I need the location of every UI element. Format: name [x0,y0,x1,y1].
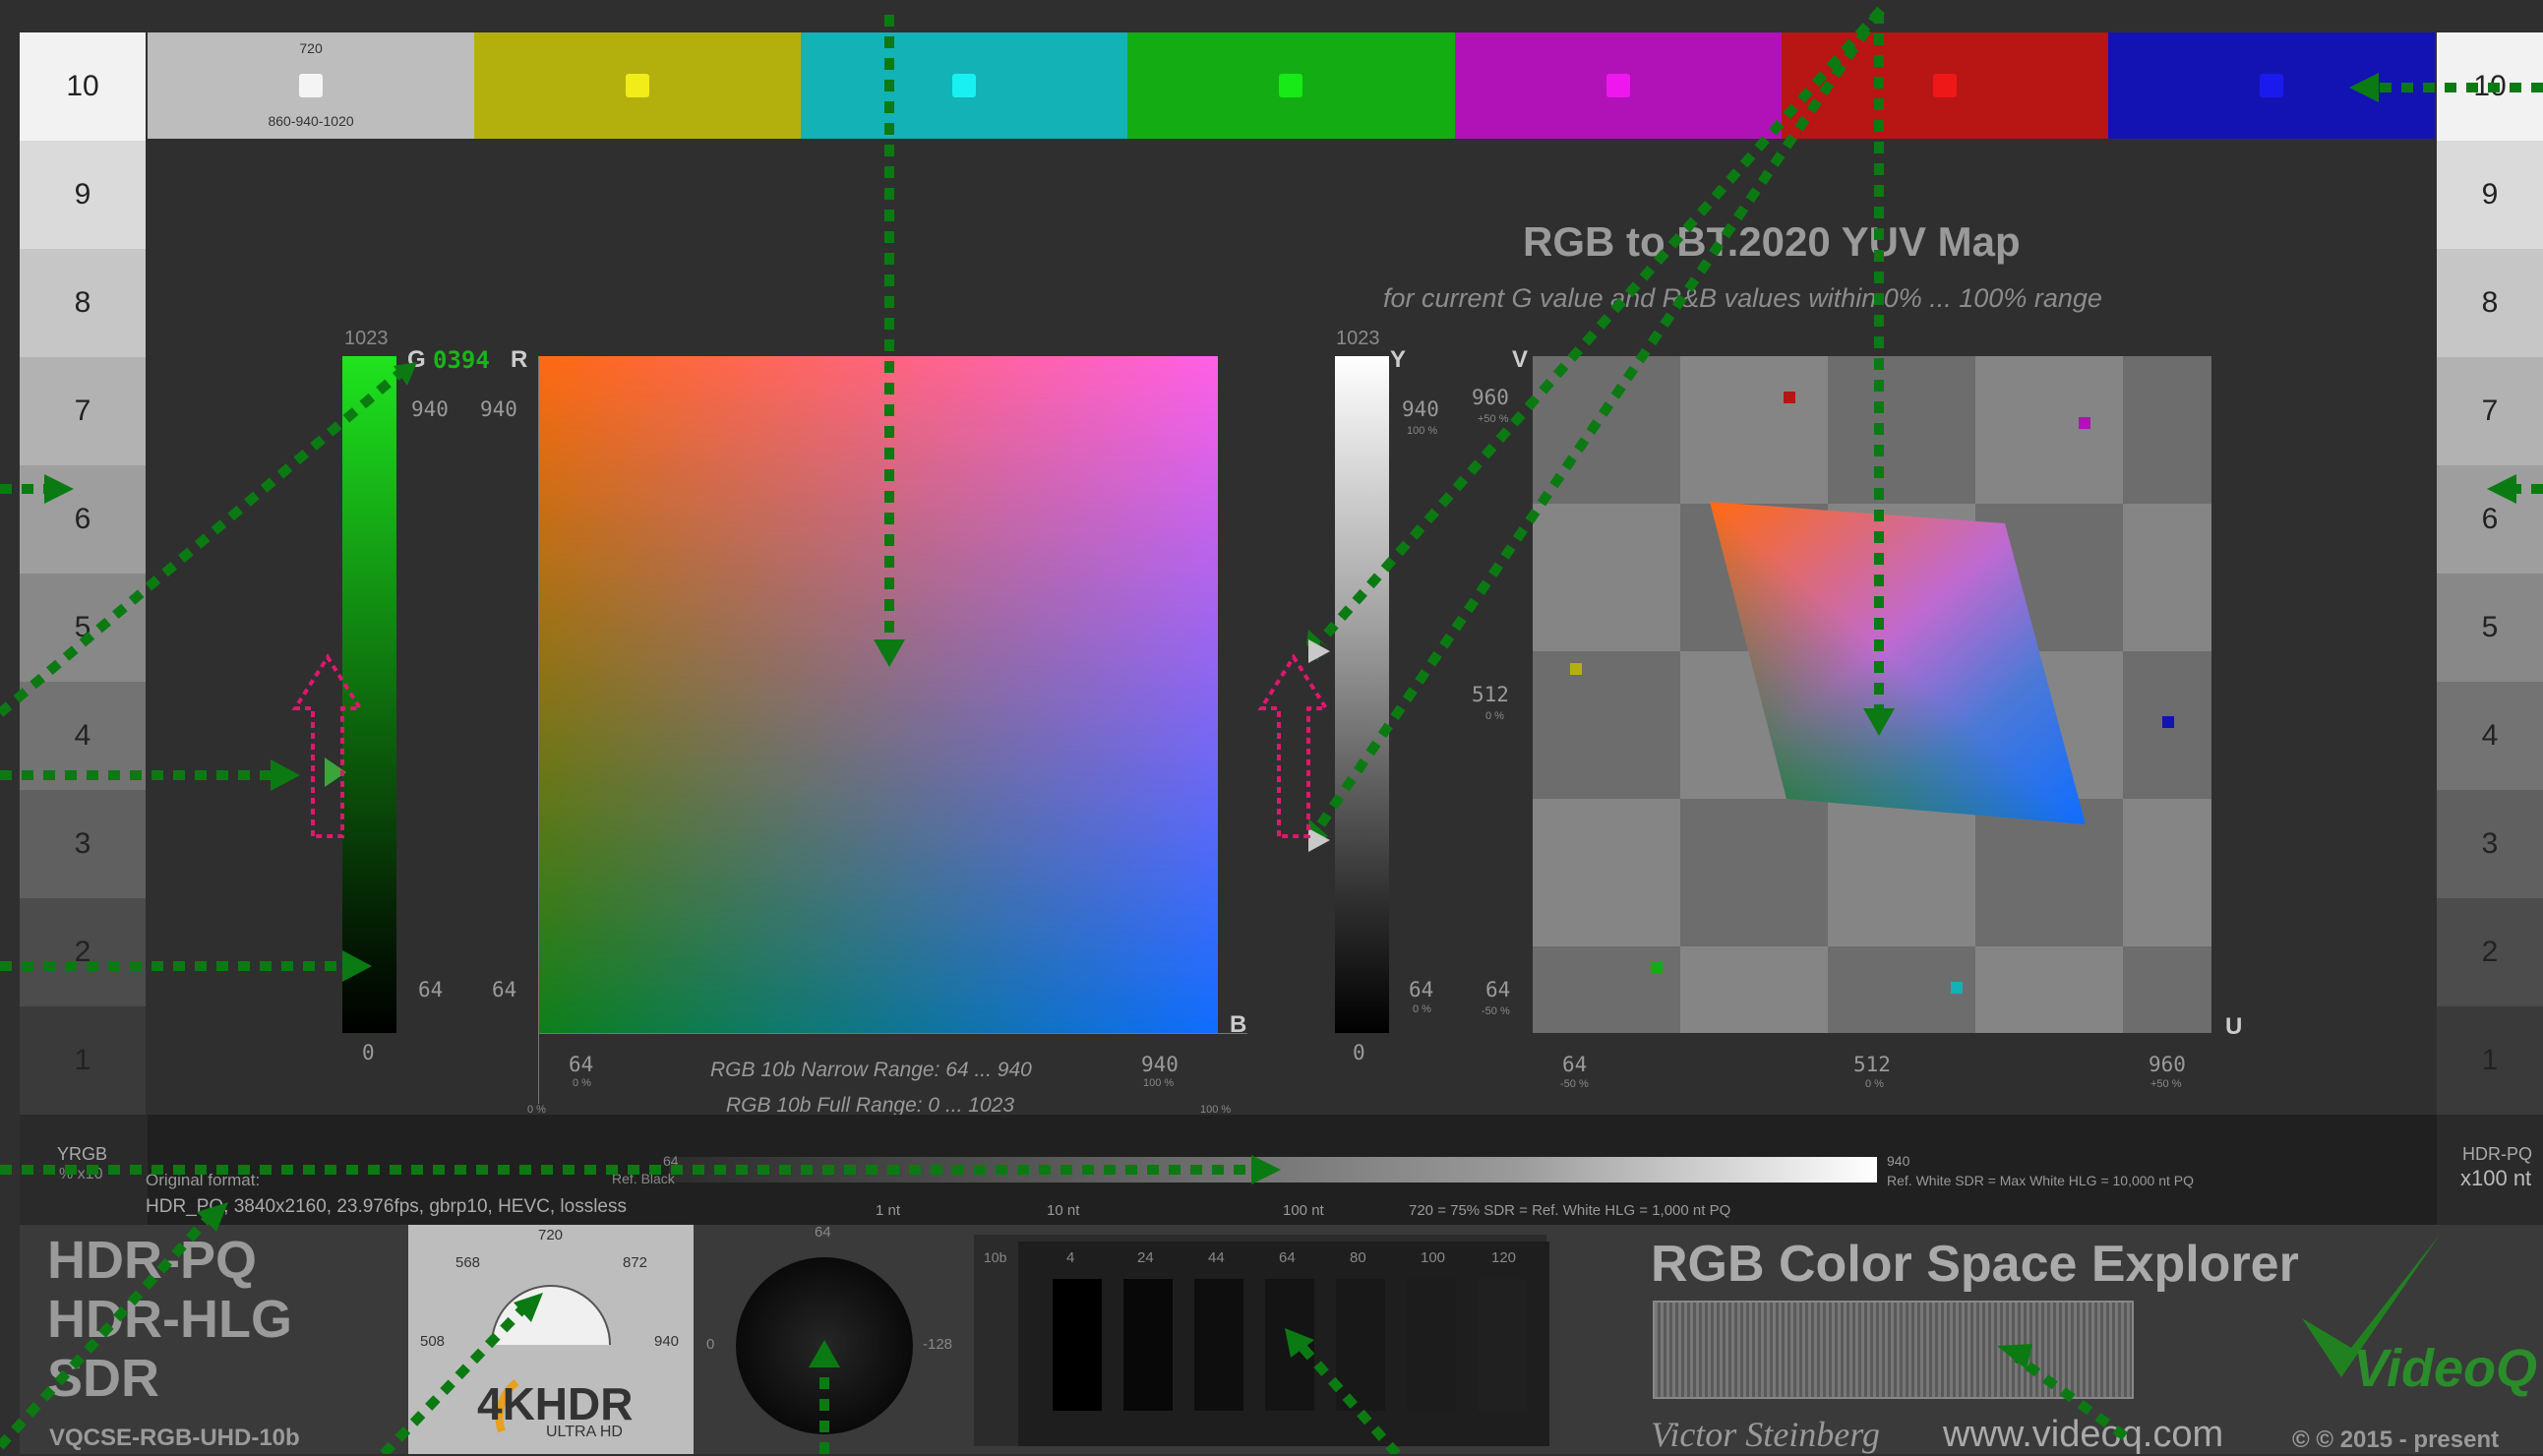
arrowhead-pq-bar [1251,1155,1281,1184]
arrow-top-right-b [1313,9,1884,831]
y-pink-up-arrow [1257,653,1330,838]
arrowhead-left-g-mid [271,759,300,791]
arrow-top-right-a [1316,6,1885,645]
arrow-pattern [2014,1353,2128,1441]
arrowhead-circle [809,1340,840,1367]
arrowhead-vmap [1863,708,1895,736]
arrowhead-gauge [514,1293,543,1322]
arrow-left-g-top [0,368,405,717]
arrowhead-right-6 [2487,474,2516,504]
arrow-nearblack [1295,1339,1401,1454]
arrowhead-bottom-left [197,1202,228,1232]
g-pink-up-arrow [291,653,364,838]
annotation-arrows [0,6,2543,1454]
arrowhead-left-g-low [342,950,372,982]
arrowhead-right-10 [2349,73,2379,102]
arrow-bottom-left [0,1216,211,1450]
arrowhead-pattern [1997,1344,2032,1369]
arrow-gauge [380,1306,525,1454]
arrowhead-top-center [874,639,905,667]
arrowhead-left-6 [44,474,74,504]
